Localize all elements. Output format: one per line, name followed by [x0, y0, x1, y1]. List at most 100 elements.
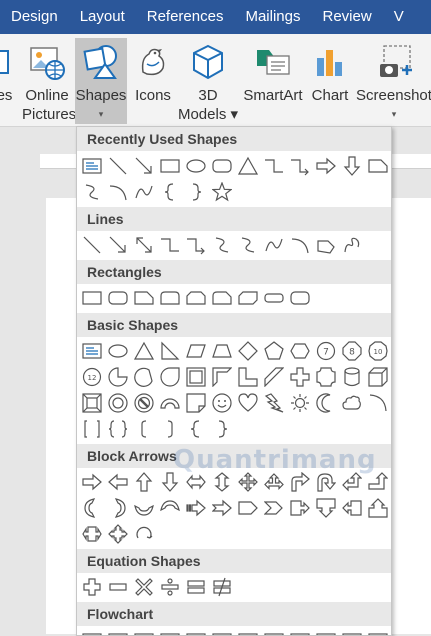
shape-snip-icon[interactable]	[366, 154, 390, 178]
shape-lrcallout-icon[interactable]	[80, 522, 104, 546]
shape-dblarrow-icon[interactable]	[132, 233, 156, 257]
shape-fc-icon[interactable]	[80, 628, 104, 635]
shape-curvedr-icon[interactable]	[80, 496, 104, 520]
shape-diagstripe-icon[interactable]	[262, 365, 286, 389]
shape-dcallout-icon[interactable]	[314, 496, 338, 520]
shape-rect-icon[interactable]	[158, 154, 182, 178]
shape-snip-icon[interactable]	[132, 286, 156, 310]
shape-pie-icon[interactable]	[106, 365, 130, 389]
shape-cross-icon[interactable]	[288, 365, 312, 389]
shape-octagon8-icon[interactable]: 8	[340, 339, 364, 363]
shape-parallelogram-icon[interactable]	[184, 339, 208, 363]
shape-heart-icon[interactable]	[236, 391, 260, 415]
tab-view[interactable]: V	[383, 0, 415, 34]
shape-fc-icon[interactable]	[288, 628, 312, 635]
shapes-button[interactable]: Shapes ▾	[75, 38, 127, 124]
shape-heptagon-icon[interactable]: 7	[314, 339, 338, 363]
shape-curvedl-icon[interactable]	[106, 496, 130, 520]
shape-fc-icon[interactable]	[210, 628, 234, 635]
shape-oval-icon[interactable]	[106, 339, 130, 363]
shape-elbow-icon[interactable]	[158, 233, 182, 257]
shape-ucallout-icon[interactable]	[366, 496, 390, 520]
shape-flatrect-icon[interactable]	[262, 286, 286, 310]
shape-plaque-icon[interactable]	[314, 365, 338, 389]
shape-div-icon[interactable]	[158, 575, 182, 599]
shape-notched-icon[interactable]	[210, 496, 234, 520]
shape-moon-icon[interactable]	[314, 391, 338, 415]
shape-lightning-icon[interactable]	[262, 391, 286, 415]
shape-arc-icon[interactable]	[106, 180, 130, 204]
tab-references[interactable]: References	[136, 0, 235, 34]
shape-arrowline-icon[interactable]	[106, 233, 130, 257]
shape-curvedd-icon[interactable]	[158, 496, 182, 520]
shape-blockarc-icon[interactable]	[158, 391, 182, 415]
smartart-button[interactable]: SmartArt	[240, 38, 306, 124]
pictures-button[interactable]: res	[0, 38, 16, 124]
shape-pentarrow-icon[interactable]	[236, 496, 260, 520]
shape-textbox-icon[interactable]	[80, 154, 104, 178]
shape-rtri-icon[interactable]	[158, 339, 182, 363]
shape-dblbracket-icon[interactable]	[80, 417, 104, 441]
shape-notequal-icon[interactable]	[210, 575, 234, 599]
shape-plus-icon[interactable]	[80, 575, 104, 599]
shape-foldcorner-icon[interactable]	[184, 391, 208, 415]
shape-textbox-icon[interactable]	[80, 339, 104, 363]
shape-arc-icon[interactable]	[288, 233, 312, 257]
shape-curve-icon[interactable]	[236, 233, 260, 257]
tab-review[interactable]: Review	[312, 0, 383, 34]
shape-oval-icon[interactable]	[184, 154, 208, 178]
shape-lbrace-icon[interactable]	[158, 180, 182, 204]
shape-snipround-icon[interactable]	[210, 286, 234, 310]
shape-chord-icon[interactable]	[132, 365, 156, 389]
shape-scurve-icon[interactable]	[262, 233, 286, 257]
shape-mult-icon[interactable]	[132, 575, 156, 599]
shape-rect-icon[interactable]	[80, 286, 104, 310]
tab-mailings[interactable]: Mailings	[234, 0, 311, 34]
shape-lbracket-icon[interactable]	[132, 417, 156, 441]
shape-diamond-icon[interactable]	[236, 339, 260, 363]
shape-fc-icon[interactable]	[236, 628, 260, 635]
shape-ua-icon[interactable]	[132, 470, 156, 494]
shape-striped-icon[interactable]	[184, 496, 208, 520]
shape-teardrop-icon[interactable]	[158, 365, 182, 389]
chart-button[interactable]: Chart	[310, 38, 350, 124]
shape-hexagon-icon[interactable]	[288, 339, 312, 363]
shape-nosymbol-icon[interactable]	[132, 391, 156, 415]
shape-decagon-icon[interactable]: 10	[366, 339, 390, 363]
shape-circarrow-icon[interactable]	[132, 522, 156, 546]
tab-design[interactable]: Design	[0, 0, 69, 34]
shape-minus-icon[interactable]	[106, 575, 130, 599]
shape-curve-icon[interactable]	[210, 233, 234, 257]
shape-fc-icon[interactable]	[158, 628, 182, 635]
icons-button[interactable]: Icons	[131, 38, 175, 124]
shape-elbowarrow-icon[interactable]	[184, 233, 208, 257]
shape-rcallout-icon[interactable]	[288, 496, 312, 520]
shape-fc-icon[interactable]	[314, 628, 338, 635]
shape-quadcallout-icon[interactable]	[106, 522, 130, 546]
screenshot-button[interactable]: Screenshot ▾	[354, 38, 431, 124]
shape-leftup-icon[interactable]	[340, 470, 364, 494]
shape-lcallout-icon[interactable]	[340, 496, 364, 520]
shape-scurve-icon[interactable]	[132, 180, 156, 204]
3d-models-button[interactable]: 3D Models ▾	[177, 38, 239, 124]
shape-la-icon[interactable]	[106, 470, 130, 494]
shape-equal-icon[interactable]	[184, 575, 208, 599]
shape-uda-icon[interactable]	[210, 470, 234, 494]
shape-chevron-icon[interactable]	[262, 496, 286, 520]
shape-roundsame-icon[interactable]	[158, 286, 182, 310]
shape-bevel-icon[interactable]	[80, 391, 104, 415]
shape-rbracket-icon[interactable]	[158, 417, 182, 441]
shape-smiley-icon[interactable]	[210, 391, 234, 415]
shape-bent-icon[interactable]	[288, 470, 312, 494]
shape-scribble-icon[interactable]	[340, 233, 364, 257]
shape-sun-icon[interactable]	[288, 391, 312, 415]
shape-trapezoid-icon[interactable]	[210, 339, 234, 363]
shape-fc-icon[interactable]	[366, 628, 390, 635]
shape-fc-icon[interactable]	[340, 628, 364, 635]
shape-snip2-icon[interactable]	[184, 286, 208, 310]
shape-lra-icon[interactable]	[184, 470, 208, 494]
shape-rightarrow-icon[interactable]	[314, 154, 338, 178]
shape-elbow-icon[interactable]	[262, 154, 286, 178]
online-pictures-button[interactable]: Online Pictures	[22, 38, 76, 124]
shape-curvedu-icon[interactable]	[132, 496, 156, 520]
